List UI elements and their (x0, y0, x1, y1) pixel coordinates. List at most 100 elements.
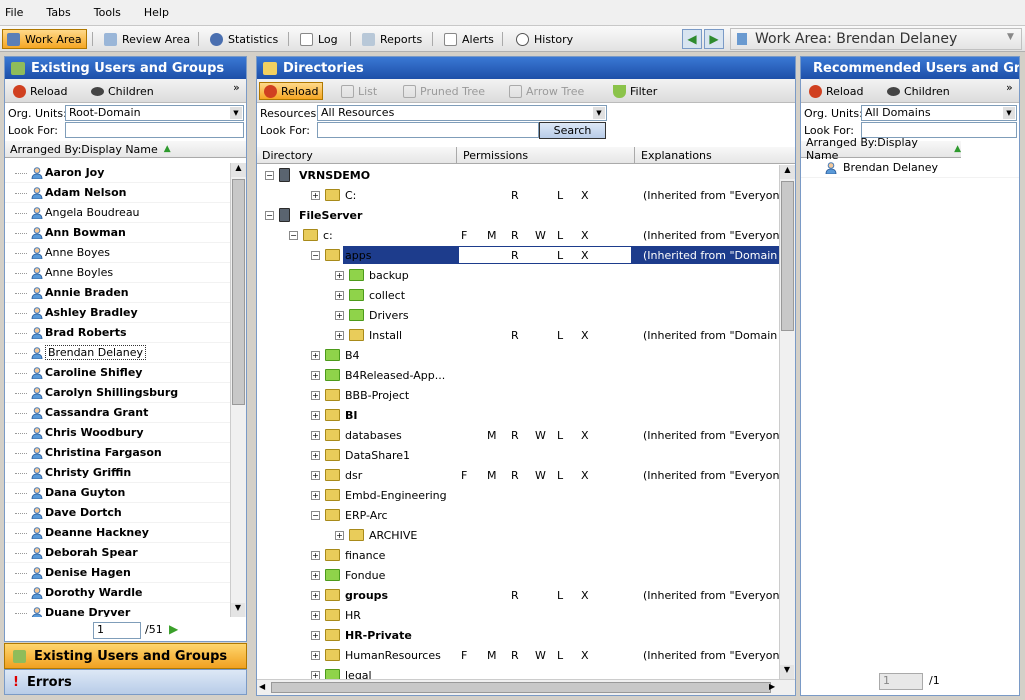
expand-toggle-icon[interactable]: + (335, 291, 344, 300)
list-item[interactable]: Ann Bowman (5, 223, 230, 243)
list-item[interactable]: Angela Boudreau (5, 203, 230, 223)
expand-toggle-icon[interactable]: − (265, 211, 274, 220)
expand-toggle-icon[interactable]: + (311, 631, 320, 640)
tree-row[interactable]: + B4 (257, 345, 777, 365)
list-item[interactable]: Denise Hagen (5, 563, 230, 583)
arranged-by-header[interactable]: Arranged By:Display Name ▲ (5, 141, 246, 158)
expand-toggle-icon[interactable]: + (311, 351, 320, 360)
look-for-input[interactable] (65, 122, 244, 138)
expand-toggle-icon[interactable]: + (335, 271, 344, 280)
tree-hscrollbar[interactable]: ◀ ▶ (257, 679, 795, 695)
filter-button[interactable]: Filter (609, 82, 661, 100)
list-item[interactable]: Aaron Joy (5, 163, 230, 183)
tab-errors[interactable]: ! Errors (4, 669, 247, 695)
list-item[interactable]: Dave Dortch (5, 503, 230, 523)
list-item[interactable]: Brendan Delaney (801, 158, 1019, 178)
look-for-input[interactable] (317, 122, 539, 138)
tree-row[interactable]: − c: F M R WL X (Inherited from "Everyone") (257, 225, 779, 245)
tree-row[interactable]: + C: R L X (Inherited from "Everyone") (257, 185, 779, 205)
expand-toggle-icon[interactable]: + (311, 191, 320, 200)
list-item[interactable]: Chris Woodbury (5, 423, 230, 443)
tree-row[interactable]: + legal (257, 665, 777, 679)
menu-tabs[interactable]: Tabs (41, 6, 78, 19)
tree-row[interactable]: − ERP-Arc (257, 505, 777, 525)
expand-toggle-icon[interactable]: + (311, 451, 320, 460)
statistics-button[interactable]: Statistics (206, 29, 282, 49)
list-item[interactable]: Caroline Shifley (5, 363, 230, 383)
back-button[interactable]: ◀ (682, 29, 702, 49)
tree-row[interactable]: + groups R L X (Inherited from "Everyone") (257, 585, 779, 605)
tree-row[interactable]: + Fondue (257, 565, 777, 585)
menu-file[interactable]: File (0, 6, 31, 19)
search-button[interactable]: Search (539, 122, 606, 139)
tree-row[interactable]: + ARCHIVE (257, 525, 777, 545)
expand-toggle-icon[interactable]: − (289, 231, 298, 240)
expand-toggle-icon[interactable]: + (311, 551, 320, 560)
history-button[interactable]: History (512, 29, 577, 49)
list-item[interactable]: Deanne Hackney (5, 523, 230, 543)
reload-button[interactable]: Reload (9, 82, 71, 100)
overflow-icon[interactable]: » (1006, 81, 1013, 94)
list-item[interactable]: Deborah Spear (5, 543, 230, 563)
work-area-button[interactable]: Work Area (2, 29, 87, 49)
expand-toggle-icon[interactable]: + (311, 431, 320, 440)
tree-row[interactable]: + collect (257, 285, 777, 305)
menu-tools[interactable]: Tools (89, 6, 129, 19)
expand-toggle-icon[interactable]: + (335, 531, 344, 540)
tree-row[interactable]: + Install R L X (Inherited from "Domain Users… (257, 325, 779, 345)
tree-row[interactable]: + DataShare1 (257, 445, 777, 465)
expand-toggle-icon[interactable]: + (311, 491, 320, 500)
tab-existing-users[interactable]: Existing Users and Groups (4, 643, 247, 669)
expand-toggle-icon[interactable]: + (311, 611, 320, 620)
list-item[interactable]: Annie Braden (5, 283, 230, 303)
expand-toggle-icon[interactable]: − (311, 251, 320, 260)
resources-select[interactable]: All Resources ▼ (317, 105, 607, 121)
tree-vscrollbar[interactable]: ▲ ▼ (779, 165, 795, 679)
list-item[interactable]: Anne Boyes (5, 243, 230, 263)
arranged-by-header[interactable]: Arranged By:Display Name ▲ (801, 136, 961, 162)
expand-toggle-icon[interactable]: + (311, 651, 320, 660)
list-item[interactable]: Ashley Bradley (5, 303, 230, 323)
tree-row[interactable]: + finance (257, 545, 777, 565)
next-page-icon[interactable]: ▶ (169, 622, 178, 636)
list-item[interactable]: Adam Nelson (5, 183, 230, 203)
children-button[interactable]: Children (87, 82, 158, 100)
expand-toggle-icon[interactable]: − (311, 511, 320, 520)
expand-toggle-icon[interactable]: + (311, 671, 320, 679)
log-button[interactable]: Log (296, 29, 342, 49)
tree-row[interactable]: + Drivers (257, 305, 777, 325)
menu-help[interactable]: Help (139, 6, 177, 19)
tree-row[interactable]: − apps R L X (Inherited from "Domain Users") (257, 245, 779, 265)
forward-button[interactable]: ▶ (704, 29, 724, 49)
tree-row[interactable]: + backup (257, 265, 777, 285)
list-item[interactable]: Dorothy Wardle (5, 583, 230, 603)
list-item[interactable]: Christina Fargason (5, 443, 230, 463)
list-item[interactable]: Brad Roberts (5, 323, 230, 343)
list-item[interactable]: Duane Dryver (5, 603, 230, 617)
org-units-select[interactable]: Root-Domain ▼ (65, 105, 244, 121)
expand-toggle-icon[interactable]: + (311, 571, 320, 580)
list-item[interactable]: Carolyn Shillingsburg (5, 383, 230, 403)
expand-toggle-icon[interactable]: + (311, 591, 320, 600)
pruned-tree-button[interactable]: Pruned Tree (399, 82, 489, 100)
col-permissions[interactable]: Permissions (463, 149, 528, 162)
review-area-button[interactable]: Review Area (100, 29, 194, 49)
expand-toggle-icon[interactable]: + (335, 311, 344, 320)
list-item[interactable]: Dana Guyton (5, 483, 230, 503)
tree-row[interactable]: − FileServer (257, 205, 777, 225)
list-item[interactable]: Christy Griffin (5, 463, 230, 483)
expand-toggle-icon[interactable]: + (311, 371, 320, 380)
tree-row[interactable]: + HumanResources F M R W L X (Inherited from "Ev… (257, 645, 779, 665)
tree-row[interactable]: + Embd-Engineering (257, 485, 777, 505)
tree-row[interactable]: + BBB-Project (257, 385, 777, 405)
page-input[interactable]: 1 (879, 673, 923, 690)
tree-row[interactable]: + HR (257, 605, 777, 625)
tree-row[interactable]: + databases M R WL X (Inherited from "Everyone… (257, 425, 779, 445)
list-item[interactable]: Brendan Delaney (5, 343, 230, 363)
expand-toggle-icon[interactable]: + (311, 391, 320, 400)
expand-toggle-icon[interactable]: + (311, 471, 320, 480)
tree-row[interactable]: − VRNSDEMO (257, 165, 777, 185)
col-directory[interactable]: Directory (262, 149, 313, 162)
expand-toggle-icon[interactable]: + (311, 411, 320, 420)
reload-button[interactable]: Reload (805, 82, 867, 100)
